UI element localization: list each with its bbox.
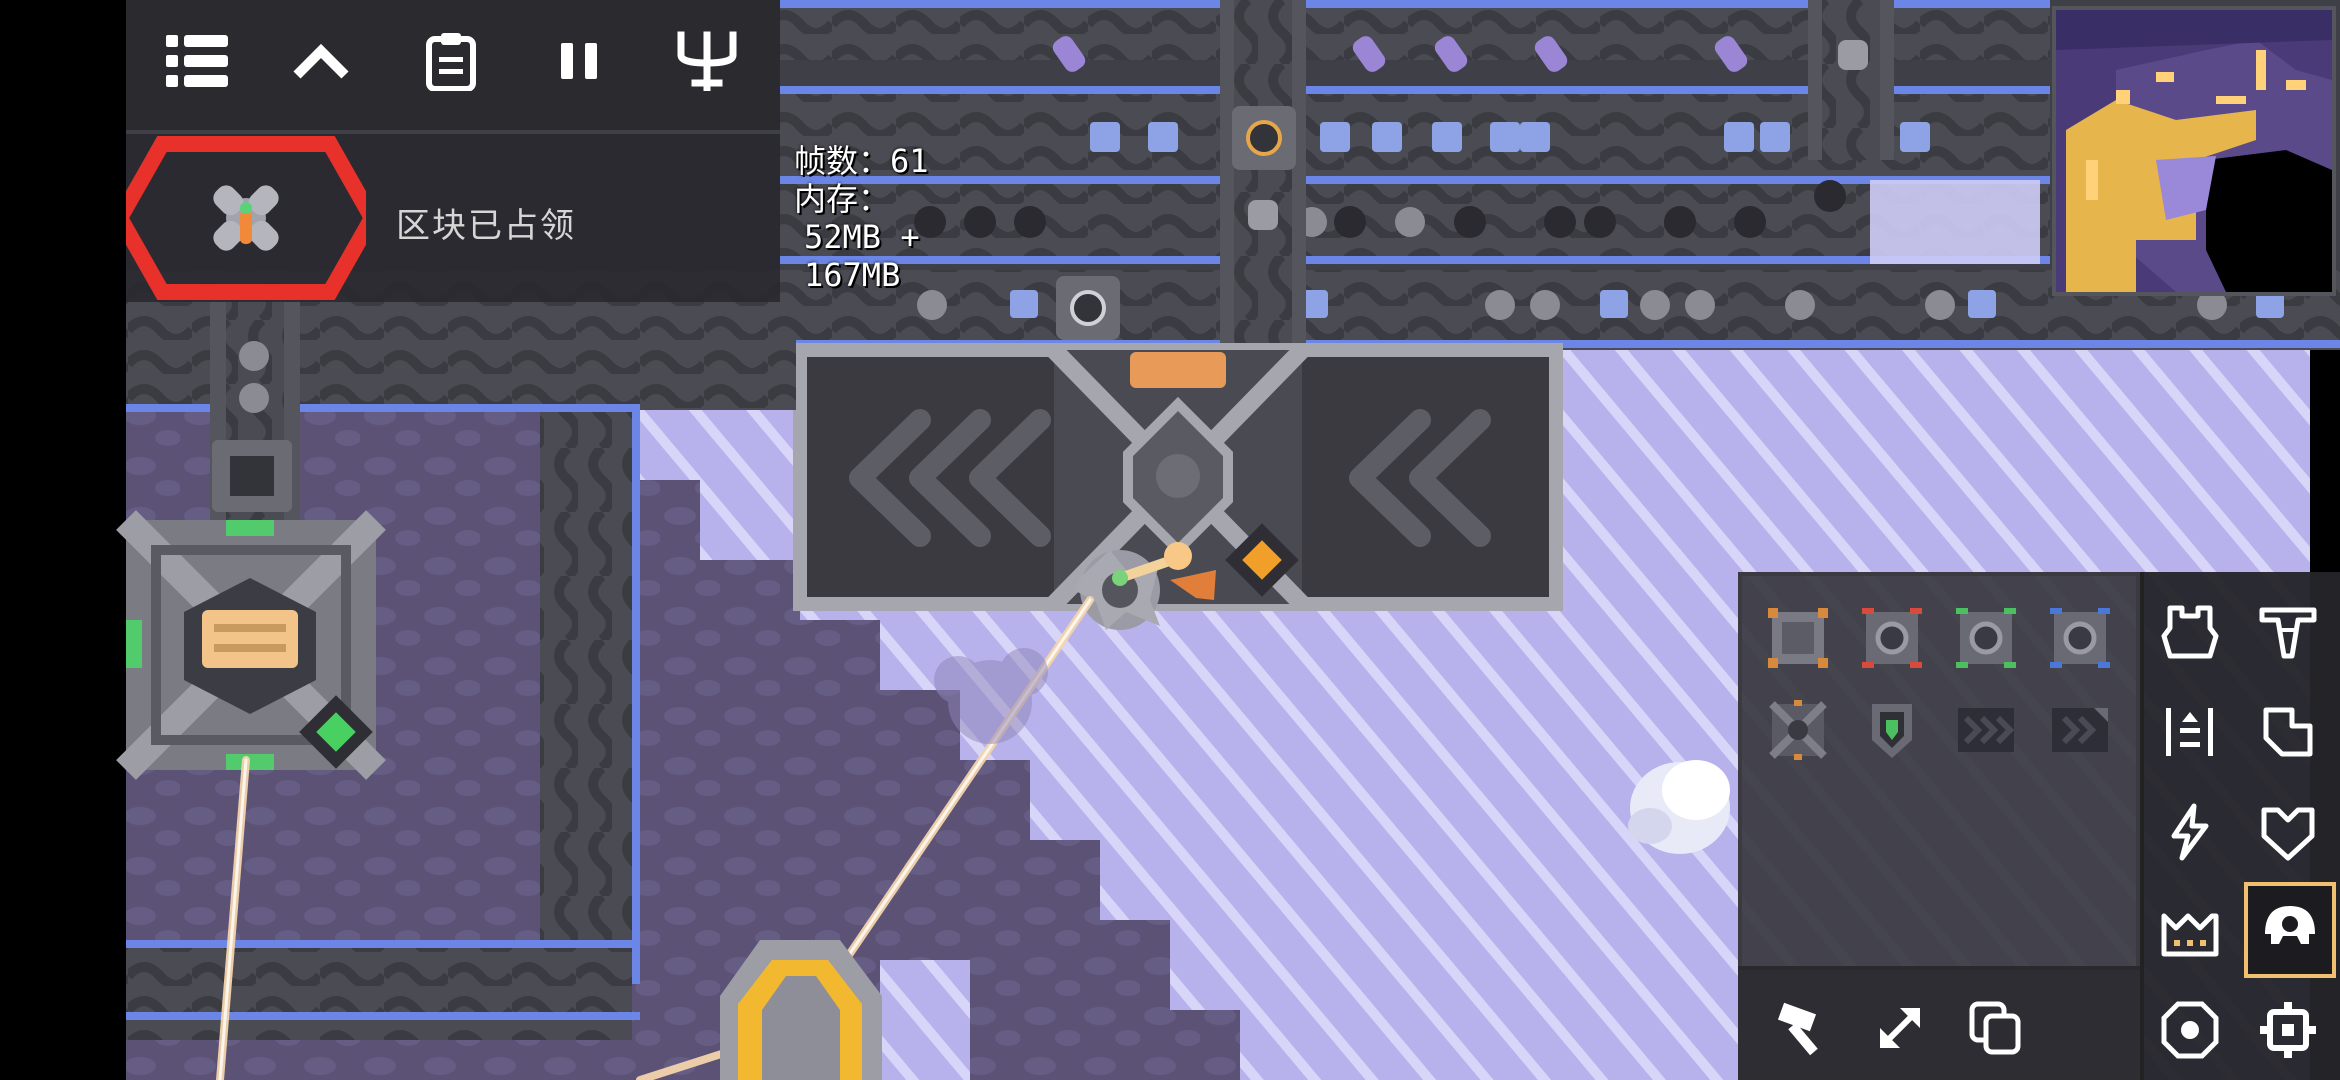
liquid-icon bbox=[2263, 707, 2313, 757]
mass-driver-icon bbox=[1769, 700, 1827, 760]
core-hazard-icon bbox=[126, 136, 366, 300]
category-liquid[interactable] bbox=[2244, 688, 2332, 776]
tech-tree-button[interactable] bbox=[664, 18, 750, 104]
pause-button[interactable] bbox=[536, 18, 622, 104]
memory-heap: 52MB + bbox=[804, 218, 920, 256]
duct-bridge-icon bbox=[2052, 708, 2108, 752]
drill-icon bbox=[2259, 607, 2317, 659]
effect-icon bbox=[2161, 1001, 2219, 1059]
menu-button[interactable] bbox=[154, 18, 240, 104]
category-turret[interactable] bbox=[2146, 588, 2234, 676]
copy-tool-button[interactable] bbox=[1956, 988, 2036, 1068]
turret-icon bbox=[2161, 605, 2219, 659]
lightning-icon bbox=[2171, 803, 2209, 861]
category-power[interactable] bbox=[2146, 788, 2234, 876]
block-unloader-green[interactable] bbox=[1952, 604, 2020, 672]
pause-icon bbox=[561, 43, 597, 79]
container-icon bbox=[1768, 608, 1828, 668]
logic-gear-icon bbox=[2260, 1002, 2316, 1058]
category-distribution[interactable] bbox=[2146, 688, 2234, 776]
minimap[interactable] bbox=[2052, 6, 2336, 296]
category-defense[interactable] bbox=[2244, 788, 2332, 876]
block-unloader-blue[interactable] bbox=[2046, 604, 2114, 672]
fps-counter: 帧数：61 bbox=[794, 142, 929, 180]
duct-icon bbox=[1958, 708, 2015, 752]
block-unloader-red[interactable] bbox=[1858, 604, 1926, 672]
tool-bar bbox=[1738, 966, 2140, 1080]
expand-tool-button[interactable] bbox=[1860, 988, 1940, 1068]
category-production[interactable] bbox=[2244, 588, 2332, 676]
category-crafting[interactable] bbox=[2146, 886, 2234, 974]
unloader-icon bbox=[2050, 608, 2110, 668]
hammer-tool-button[interactable] bbox=[1764, 988, 1844, 1068]
collapse-button[interactable] bbox=[278, 18, 364, 104]
copy-icon bbox=[1969, 1001, 2021, 1055]
unloader-icon bbox=[1956, 608, 2016, 668]
chevron-up-icon bbox=[293, 43, 349, 79]
expand-icon bbox=[1879, 1007, 1921, 1049]
minimap-render bbox=[2056, 10, 2332, 292]
clipboard-icon bbox=[426, 33, 476, 91]
block-shield[interactable] bbox=[1858, 696, 1926, 764]
block-container[interactable] bbox=[1764, 604, 1832, 672]
factory-icon bbox=[2161, 913, 2219, 957]
category-logic[interactable] bbox=[2244, 986, 2332, 1074]
distribution-icon bbox=[2166, 708, 2213, 756]
unit-icon bbox=[2265, 906, 2315, 944]
category-effect[interactable] bbox=[2146, 986, 2234, 1074]
top-toolbar bbox=[126, 0, 780, 130]
shield-icon bbox=[2261, 807, 2315, 861]
memory-native: 167MB bbox=[804, 256, 901, 294]
shield-block-icon bbox=[1872, 704, 1912, 758]
database-button[interactable] bbox=[408, 18, 494, 104]
core-status-label: 区块已占领 bbox=[396, 206, 576, 246]
memory-label: 内存： bbox=[794, 180, 891, 218]
hammer-icon bbox=[1777, 1002, 1818, 1056]
list-icon bbox=[166, 35, 228, 87]
trident-icon bbox=[677, 31, 737, 91]
block-duct-bridge[interactable] bbox=[2046, 696, 2114, 764]
unloader-icon bbox=[1862, 608, 1922, 668]
block-mass-driver[interactable] bbox=[1764, 696, 1832, 764]
category-units[interactable] bbox=[2244, 882, 2336, 978]
block-duct[interactable] bbox=[1952, 696, 2020, 764]
performance-stats: 帧数：61 内存： 52MB + 167MB bbox=[794, 142, 929, 294]
